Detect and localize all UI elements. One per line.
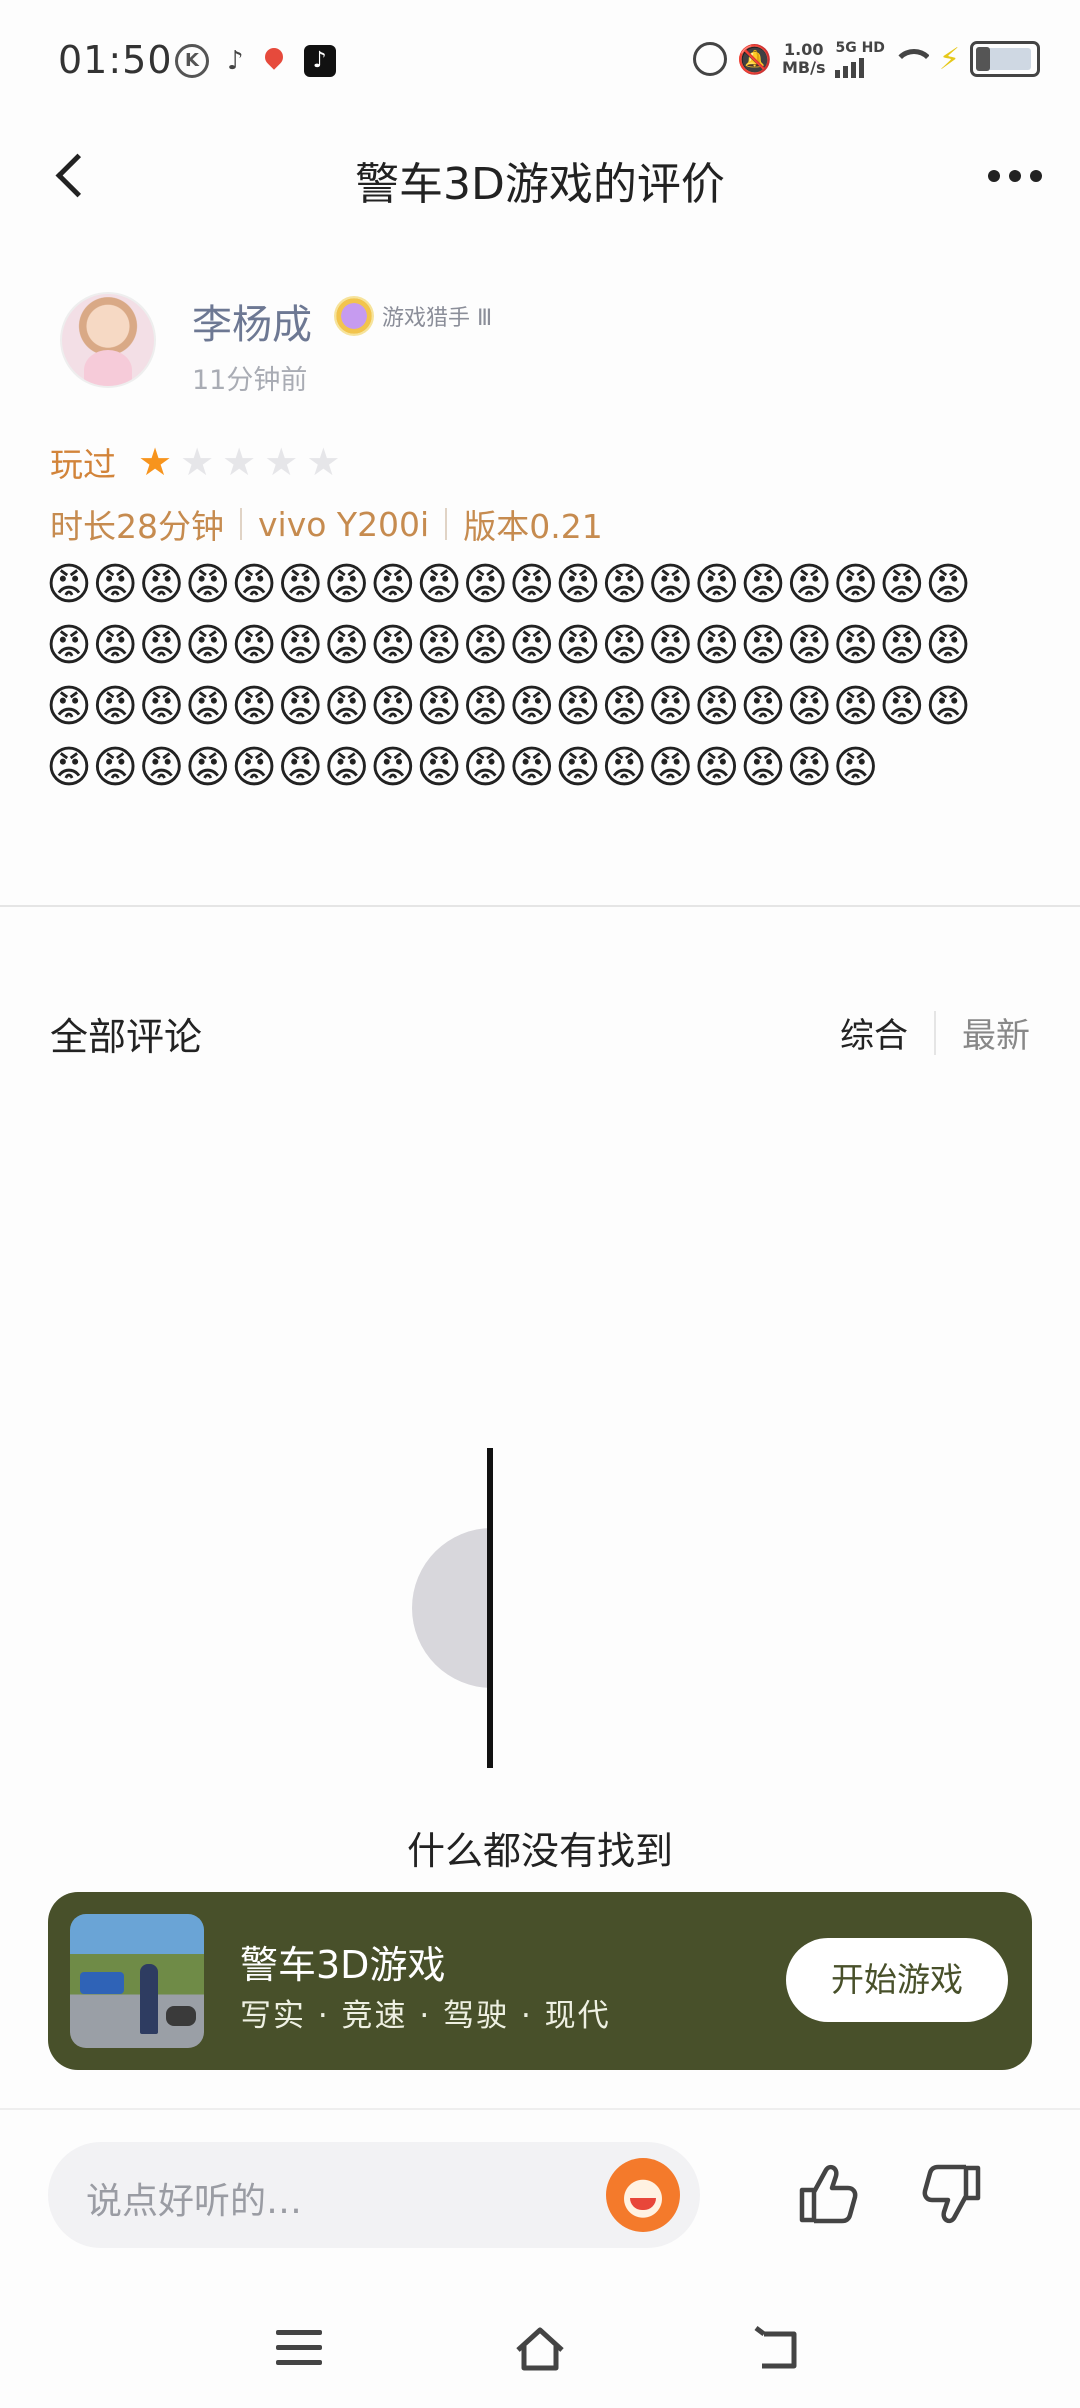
alarm-icon <box>693 42 728 76</box>
game-thumbnail <box>70 1914 204 2048</box>
home-icon <box>516 2327 564 2371</box>
section-divider <box>0 905 1080 907</box>
sort-divider <box>934 1010 936 1055</box>
star-icon: ★ <box>180 440 215 484</box>
star-icon: ★ <box>222 440 257 484</box>
rating-row: 玩过 ★ ★ ★ ★ ★ <box>50 438 340 486</box>
page-title: 警车3D游戏的评价 <box>355 159 725 210</box>
charging-bolt-icon: ⚡ <box>938 41 960 77</box>
review-time: 11分钟前 <box>192 365 308 396</box>
comment-input[interactable]: 说点好听的… <box>48 2142 700 2248</box>
badge-icon <box>334 296 374 336</box>
star-rating: ★ ★ ★ ★ ★ <box>138 442 340 482</box>
network-speed: 1.00 MB/s <box>781 40 826 77</box>
meta-divider <box>445 508 448 540</box>
signal-indicator: 5G HD <box>835 40 885 78</box>
badge-text: 游戏猎手 Ⅲ <box>382 306 493 331</box>
wifi-icon <box>894 47 929 71</box>
star-icon: ★ <box>306 440 341 484</box>
review-content: 😡😡😡😡😡😡😡😡😡😡😡😡😡😡😡😡😡😡😡😡😡😡😡😡😡😡😡😡😡😡😡😡😡😡😡😡😡😡😡😡… <box>46 559 972 793</box>
k-app-icon: K <box>175 44 209 78</box>
recent-apps-button[interactable] <box>276 2330 322 2366</box>
comments-title: 全部评论 <box>50 1015 203 1059</box>
star-icon: ★ <box>264 440 299 484</box>
thumbs-up-icon <box>799 2164 858 2224</box>
system-nav-bar <box>0 2300 1080 2408</box>
return-arrow-icon <box>754 2326 797 2369</box>
battery-icon <box>970 41 1040 77</box>
dislike-button[interactable] <box>920 2158 992 2230</box>
sort-tab-comprehensive[interactable]: 综合 <box>840 1008 908 1057</box>
more-options-button[interactable] <box>988 170 1042 182</box>
review-username[interactable]: 李杨成 <box>192 292 312 350</box>
comment-placeholder: 说点好听的… <box>86 2181 303 2222</box>
thumbs-down-icon <box>922 2164 981 2224</box>
played-label: 玩过 <box>50 445 116 484</box>
system-back-button[interactable] <box>752 2324 808 2374</box>
system-indicators: 🔕 1.00 MB/s 5G HD ⚡ <box>693 40 1040 78</box>
map-pin-icon <box>262 46 286 76</box>
device-name: vivo Y200i <box>258 504 430 544</box>
sort-tabs: 综合 最新 <box>840 1008 1030 1057</box>
signal-bars-icon <box>835 56 884 78</box>
star-icon: ★ <box>138 440 173 484</box>
sort-tab-latest[interactable]: 最新 <box>962 1008 1030 1057</box>
mute-bell-icon: 🔕 <box>737 42 772 76</box>
bottom-divider <box>0 2108 1080 2110</box>
empty-state-illustration <box>412 1448 493 1768</box>
game-card[interactable]: 警车3D游戏 写实 · 竞速 · 驾驶 · 现代 开始游戏 <box>48 1892 1032 2070</box>
status-bar: 01:50 K ♪ ♪ 🔕 1.00 MB/s 5G HD ⚡ <box>0 0 1080 120</box>
status-time: 01:50 <box>58 38 173 82</box>
home-button[interactable] <box>512 2324 568 2374</box>
music-note-icon: ♪ <box>227 46 244 76</box>
start-game-button[interactable]: 开始游戏 <box>786 1938 1008 2022</box>
game-tags: 写实 · 竞速 · 驾驶 · 现代 <box>240 1998 611 2034</box>
notification-icons: K ♪ ♪ <box>175 44 336 78</box>
game-name: 警车3D游戏 <box>240 1943 446 1987</box>
empty-state-text: 什么都没有找到 <box>406 1829 673 1873</box>
meta-divider <box>240 508 242 540</box>
tiktok-icon: ♪ <box>303 45 336 77</box>
page-header: 警车3D游戏的评价 <box>0 120 1080 230</box>
play-duration: 时长28分钟 <box>50 507 224 546</box>
user-badge: 游戏猎手 Ⅲ <box>334 296 492 336</box>
mascot-emoji-icon[interactable] <box>606 2158 680 2232</box>
game-version: 版本0.21 <box>463 507 603 546</box>
avatar[interactable] <box>60 292 156 388</box>
review-meta: 时长28分钟 vivo Y200i 版本0.21 <box>50 500 603 548</box>
like-button[interactable] <box>788 2158 860 2230</box>
